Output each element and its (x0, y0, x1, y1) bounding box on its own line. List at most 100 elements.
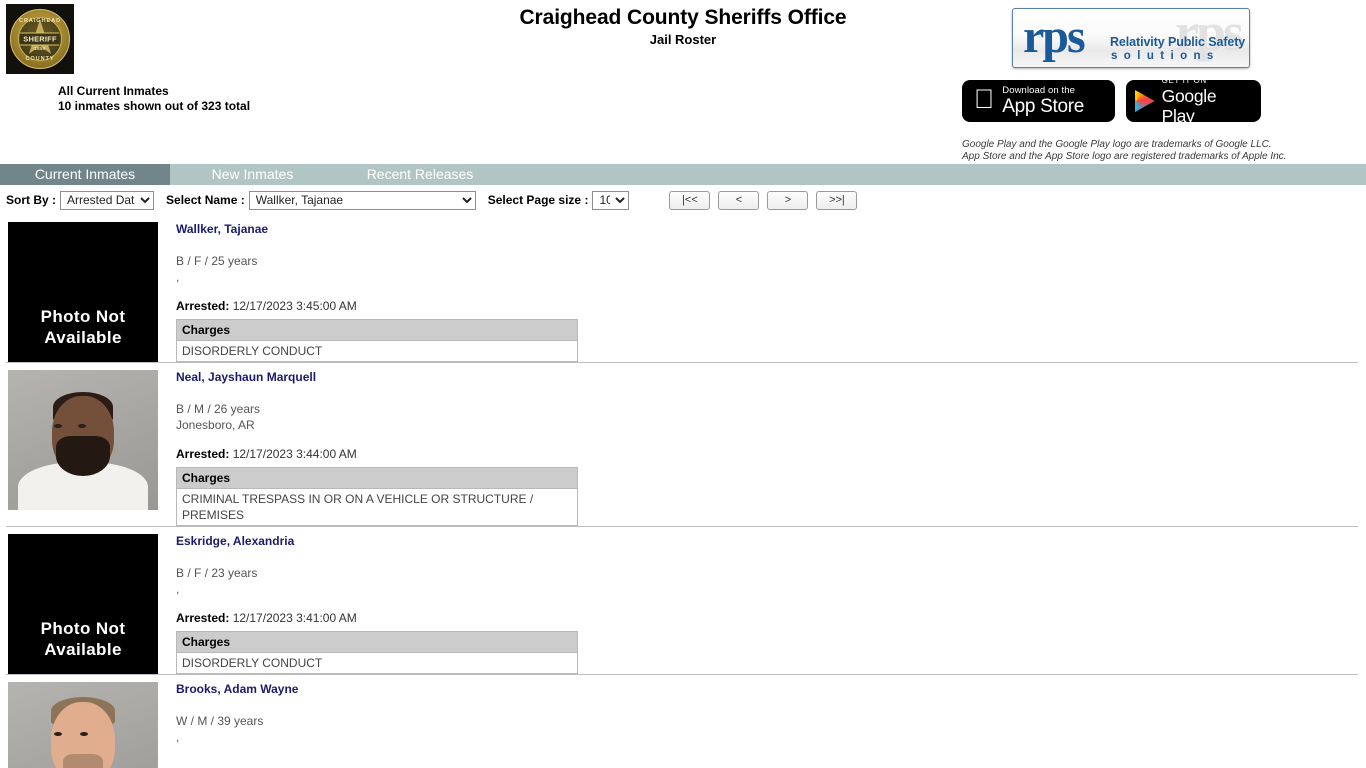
inmate-roster-list[interactable]: Photo Not Available Wallker, Tajanae B / … (0, 214, 1366, 768)
last-page-button[interactable]: >>| (816, 190, 858, 210)
inmate-details: Neal, Jayshaun Marquell B / M / 26 years… (158, 370, 1366, 526)
tab-new-inmates[interactable]: New Inmates (170, 164, 335, 185)
sort-by-select[interactable]: Arrested DateName (60, 190, 155, 210)
mugshot-eye-left (54, 424, 62, 428)
rps-tagline-secondary: solutions (1111, 50, 1220, 62)
charge-description: CRIMINAL TRESPASS IN OR ON A VEHICLE OR … (176, 488, 578, 526)
next-page-button[interactable]: > (767, 190, 809, 210)
tab-recent-releases[interactable]: Recent Releases (335, 164, 505, 185)
google-play-small-label: GET IT ON (1161, 76, 1207, 85)
charge-row: DISORDERLY CONDUCT (176, 652, 578, 674)
arrested-line: Arrested: 12/17/2023 3:45:00 AM (176, 299, 1366, 313)
arrested-datetime: 12/17/2023 3:41:00 AM (232, 611, 357, 625)
select-name-dropdown[interactable]: Wallker, Tajanae (248, 190, 476, 210)
page-size-select[interactable]: 102550 (592, 190, 630, 210)
inmate-demographics: B / F / 23 years (176, 566, 258, 580)
sheriff-badge-logo: CRAIGHEAD SHERIFF 1859 COUNTY (6, 4, 74, 74)
charges-header-row: Charges (176, 319, 578, 341)
mugshot-beard (56, 436, 110, 476)
inmate-name-link[interactable]: Brooks, Adam Wayne (176, 682, 1366, 696)
photo-not-available-label: Photo Not Available (40, 619, 126, 659)
inmate-record: Neal, Jayshaun Marquell B / M / 26 years… (0, 362, 1366, 526)
inmate-demographics: B / F / 25 years (176, 254, 258, 268)
arrested-label: Arrested: (176, 299, 230, 313)
charges-column-header: Charges (176, 467, 578, 489)
inmate-details: Wallker, Tajanae B / F / 25 years , Arre… (158, 222, 1366, 362)
inmate-record: Photo Not Available Eskridge, Alexandria … (0, 526, 1366, 674)
inmate-details: Brooks, Adam Wayne W / M / 39 years , (158, 682, 1366, 768)
first-page-button[interactable]: |<< (669, 190, 711, 210)
record-body: Photo Not Available Eskridge, Alexandria … (0, 526, 1366, 674)
badge-seal: CRAIGHEAD SHERIFF 1859 COUNTY (10, 9, 70, 69)
inmate-city-state: Jonesboro, AR (176, 418, 255, 432)
trademark-line-apple: App Store and the App Store logo are reg… (962, 150, 1287, 162)
inmate-city-state: , (176, 270, 180, 284)
record-separator (6, 362, 1358, 363)
charge-description: DISORDERLY CONDUCT (176, 340, 578, 362)
app-store-small-label: Download on the (982, 85, 1075, 96)
page-size-label: Select Page size : (487, 193, 589, 207)
select-name-label: Select Name : (166, 193, 245, 207)
arrested-label: Arrested: (176, 611, 230, 625)
inmate-details: Eskridge, Alexandria B / F / 23 years , … (158, 534, 1366, 674)
google-play-big-label: Google Play (1161, 86, 1217, 126)
apple-icon:  (974, 85, 994, 113)
charge-description: DISORDERLY CONDUCT (176, 652, 578, 674)
inmate-name-link[interactable]: Eskridge, Alexandria (176, 534, 1366, 548)
trademark-line-google: Google Play and the Google Play logo are… (962, 139, 1272, 150)
charges-table: Charges DISORDERLY CONDUCT (176, 631, 578, 674)
inmate-record: Photo Not Available Wallker, Tajanae B / … (0, 214, 1366, 362)
main-tab-bar: Current Inmates New Inmates Recent Relea… (0, 164, 1366, 185)
filter-control-bar: Sort By : Arrested DateName Select Name … (0, 188, 1366, 212)
charges-column-header: Charges (176, 319, 578, 341)
inmate-city-state: , (176, 582, 180, 596)
inmate-name-link[interactable]: Neal, Jayshaun Marquell (176, 370, 1366, 384)
rps-tagline-primary: Relativity Public Safety (1110, 35, 1246, 49)
photo-not-available-placeholder: Photo Not Available (8, 222, 158, 362)
trademark-notice: Google Play and the Google Play logo are… (962, 139, 1286, 162)
arrested-line: Arrested: 12/17/2023 3:41:00 AM (176, 611, 1366, 625)
mugshot-eye-right (78, 424, 86, 428)
roster-summary: All Current Inmates 10 inmates shown out… (58, 84, 250, 114)
charge-row: DISORDERLY CONDUCT (176, 340, 578, 362)
arrested-datetime: 12/17/2023 3:45:00 AM (232, 299, 357, 313)
page-header: CRAIGHEAD SHERIFF 1859 COUNTY Craighead … (0, 0, 1366, 162)
arrested-label: Arrested: (176, 447, 230, 461)
roster-scope-label: All Current Inmates (58, 84, 169, 98)
record-body: Brooks, Adam Wayne W / M / 39 years , (0, 674, 1366, 768)
badge-center-text: SHERIFF (20, 32, 60, 46)
charges-table: Charges DISORDERLY CONDUCT (176, 319, 578, 362)
app-store-big-label: App Store (982, 96, 1084, 117)
previous-page-button[interactable]: < (718, 190, 760, 210)
charges-column-header: Charges (176, 631, 578, 653)
pagination-controls: |<< < > >>| (669, 190, 858, 210)
arrested-datetime: 12/17/2023 3:44:00 AM (232, 447, 357, 461)
badge-arc-bottom-text: COUNTY (25, 56, 55, 62)
inmate-record: Brooks, Adam Wayne W / M / 39 years , (0, 674, 1366, 768)
mugshot-eye-right (80, 732, 88, 736)
inmate-demographics: B / M / 26 years (176, 402, 261, 416)
rps-wordmark: rps (1023, 10, 1086, 63)
record-body: Neal, Jayshaun Marquell B / M / 26 years… (0, 362, 1366, 526)
record-separator (6, 674, 1358, 675)
google-play-button[interactable]: GET IT ON Google Play (1126, 76, 1261, 126)
badge-year-text: 1859 (34, 46, 46, 51)
tab-current-inmates[interactable]: Current Inmates (0, 164, 170, 185)
record-body: Photo Not Available Wallker, Tajanae B / … (0, 214, 1366, 362)
photo-not-available-placeholder: Photo Not Available (8, 534, 158, 674)
charge-row: CRIMINAL TRESPASS IN OR ON A VEHICLE OR … (176, 488, 578, 526)
roster-count-label: 10 inmates shown out of 323 total (58, 99, 251, 113)
inmate-mugshot (8, 682, 158, 768)
mugshot-beard (63, 754, 103, 768)
google-play-icon (1135, 90, 1155, 112)
charges-header-row: Charges (176, 467, 578, 489)
arrested-line: Arrested: 12/17/2023 3:44:00 AM (176, 447, 1366, 461)
inmate-name-link[interactable]: Wallker, Tajanae (176, 222, 1366, 236)
inmate-city-state: , (176, 730, 180, 744)
mugshot-eye-left (54, 732, 62, 736)
badge-arc-top-text: CRAIGHEAD (19, 18, 61, 24)
charges-header-row: Charges (176, 631, 578, 653)
sort-by-label: Sort By : (6, 193, 57, 207)
inmate-demographics: W / M / 39 years (176, 714, 264, 728)
app-store-button[interactable]:  Download on the App Store (962, 80, 1115, 122)
